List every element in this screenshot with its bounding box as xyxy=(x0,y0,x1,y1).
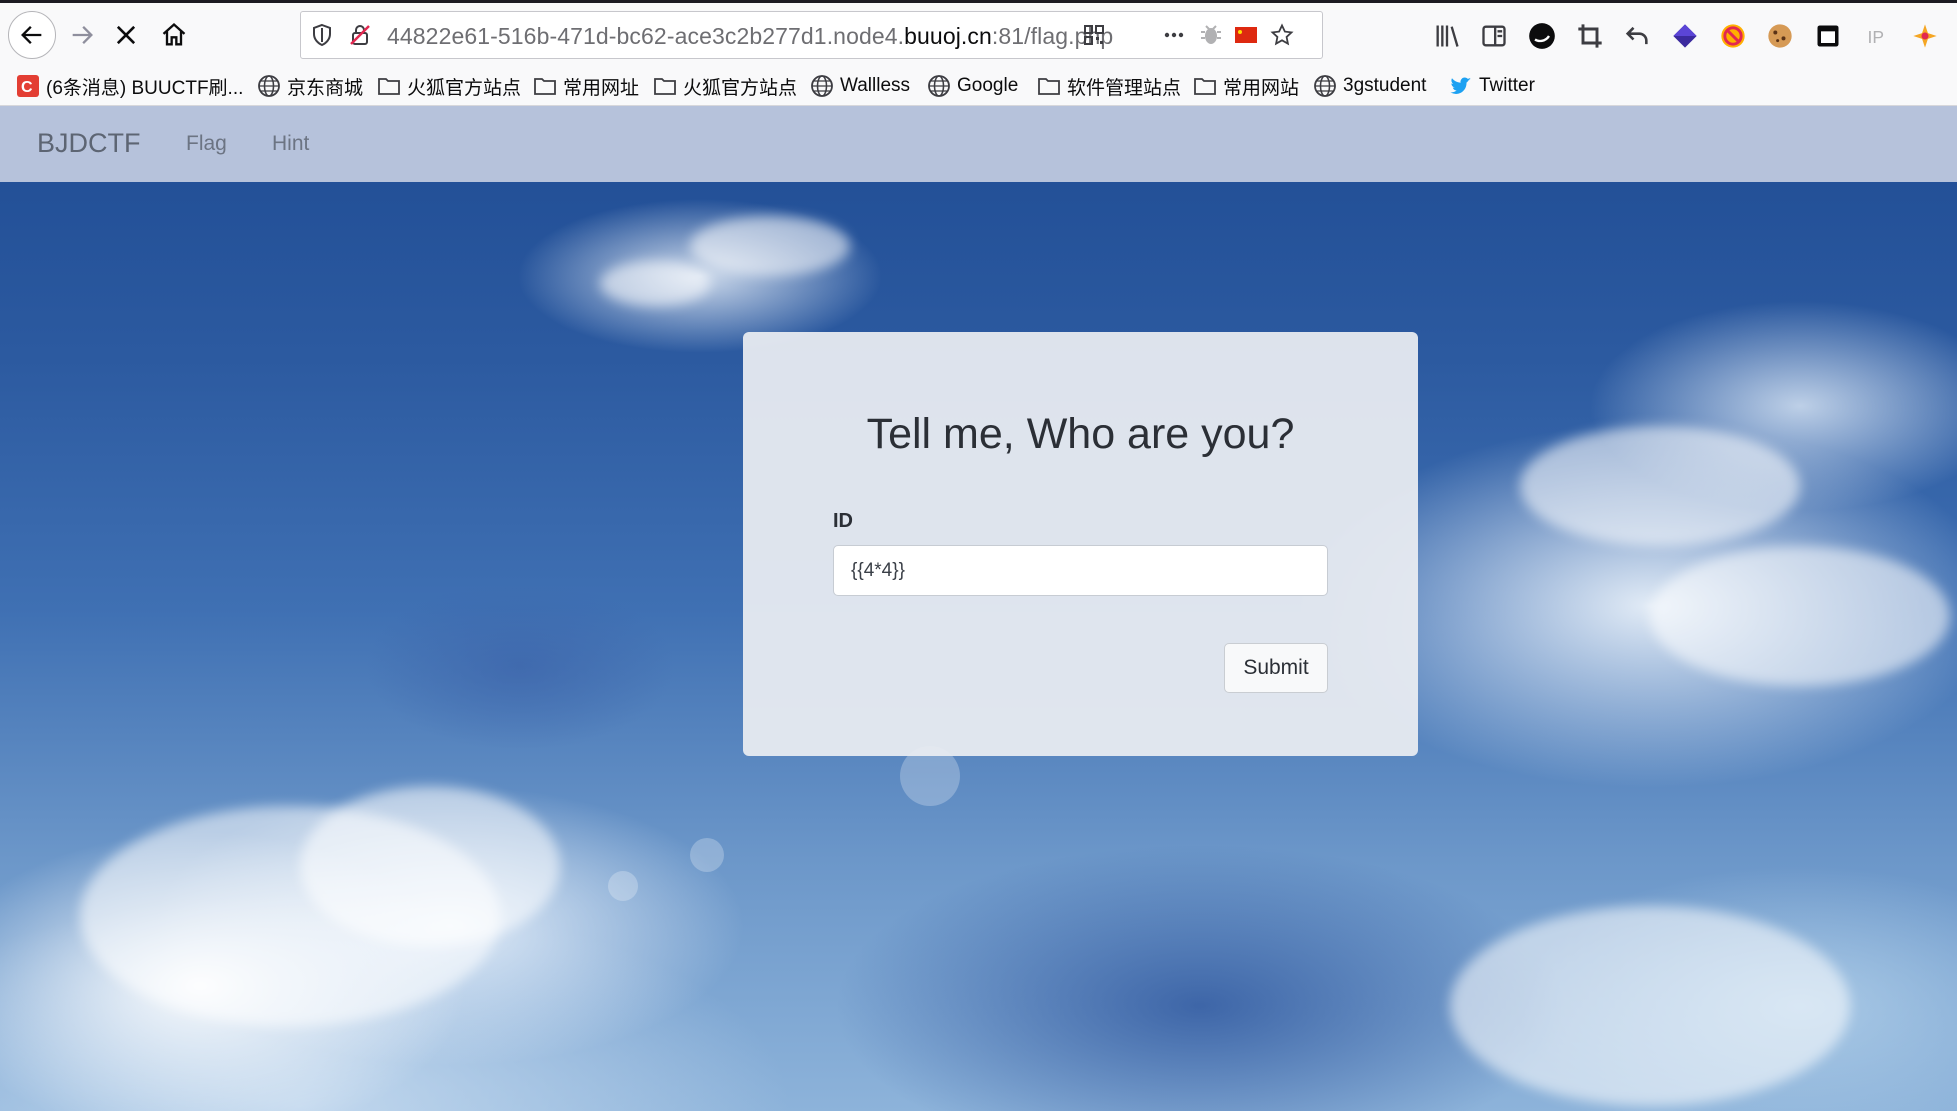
block-icon[interactable] xyxy=(1718,21,1748,51)
home-icon xyxy=(162,22,186,46)
csdn-icon: C xyxy=(16,74,40,98)
arrow-left-icon xyxy=(21,26,42,44)
china-flag-icon[interactable] xyxy=(1233,22,1259,48)
url-text: 44822e61-516b-471d-bc62-ace3c2b277d1.nod… xyxy=(387,23,1114,49)
cloud-decoration xyxy=(300,786,560,946)
folder-icon xyxy=(653,74,677,98)
bookmark-folder[interactable]: 软件管理站点 xyxy=(1037,72,1181,100)
id-input[interactable] xyxy=(833,545,1328,596)
cloud-decoration xyxy=(690,216,850,276)
folder-icon xyxy=(1037,74,1061,98)
navbar-brand[interactable]: BJDCTF xyxy=(37,128,141,159)
sidebar-icon[interactable] xyxy=(1479,21,1509,51)
bookmark-folder[interactable]: 火狐官方站点 xyxy=(653,72,797,100)
cookie-icon[interactable] xyxy=(1765,21,1795,51)
bug-icon[interactable] xyxy=(1198,22,1224,48)
library-icon[interactable] xyxy=(1432,21,1462,51)
bookmark-item[interactable]: Google xyxy=(927,72,1018,100)
bookmark-folder[interactable]: 常用网址 xyxy=(533,72,639,100)
qr-code-icon[interactable] xyxy=(1081,22,1107,48)
page-viewport: BJDCTF Flag Hint Tell me, Who are you? I… xyxy=(0,106,1957,1111)
cloud-decoration xyxy=(600,261,710,306)
back-button[interactable] xyxy=(8,11,56,59)
arrow-right-icon xyxy=(72,26,93,44)
shield-icon[interactable] xyxy=(309,22,335,48)
nav-link-hint[interactable]: Hint xyxy=(272,132,309,156)
globe-icon xyxy=(257,74,281,98)
bookmark-folder[interactable]: 常用网站 xyxy=(1193,72,1299,100)
cloud-decoration xyxy=(1520,426,1800,546)
bokeh-decoration xyxy=(608,871,638,901)
id-label: ID xyxy=(833,510,853,532)
nav-link-flag[interactable]: Flag xyxy=(186,132,227,156)
insecure-lock-icon[interactable] xyxy=(347,22,373,48)
extension-diamond-icon[interactable] xyxy=(1670,21,1700,51)
globe-icon xyxy=(1313,74,1337,98)
browser-toolbar: 44822e61-516b-471d-bc62-ace3c2b277d1.nod… xyxy=(0,0,1957,66)
bookmark-item[interactable]: Wallless xyxy=(810,72,910,100)
crop-icon[interactable] xyxy=(1575,21,1605,51)
folder-icon xyxy=(377,74,401,98)
undo-icon[interactable] xyxy=(1622,21,1652,51)
svg-text:C: C xyxy=(21,79,33,96)
url-bar[interactable]: 44822e61-516b-471d-bc62-ace3c2b277d1.nod… xyxy=(300,11,1323,59)
bookmark-item[interactable]: C (6条消息) BUUCTF刷... xyxy=(16,72,243,100)
home-button[interactable] xyxy=(152,13,196,57)
more-actions-icon[interactable] xyxy=(1161,22,1187,48)
svg-text:IP: IP xyxy=(1868,27,1885,47)
twitter-icon xyxy=(1449,74,1473,98)
close-icon xyxy=(116,25,136,45)
bookmark-item[interactable]: 3gstudent xyxy=(1313,72,1426,100)
cloud-decoration xyxy=(1450,906,1850,1106)
bookmarks-toolbar: C (6条消息) BUUCTF刷... 京东商城 火狐官方站点 常用网址 火狐官… xyxy=(0,66,1957,106)
cloud-decoration xyxy=(1650,546,1950,686)
bookmark-folder[interactable]: 火狐官方站点 xyxy=(377,72,521,100)
forward-button[interactable] xyxy=(60,13,104,57)
site-navbar: BJDCTF Flag Hint xyxy=(0,106,1957,182)
stop-button[interactable] xyxy=(104,13,148,57)
form-title: Tell me, Who are you? xyxy=(866,410,1295,458)
bookmark-item[interactable]: 京东商城 xyxy=(257,72,363,100)
submit-button[interactable]: Submit xyxy=(1224,643,1328,693)
bookmark-star-icon[interactable] xyxy=(1269,22,1295,48)
ip-icon[interactable]: IP xyxy=(1863,21,1893,51)
login-card: Tell me, Who are you? ID Submit xyxy=(743,332,1418,756)
folder-icon xyxy=(1193,74,1217,98)
extension-window-icon[interactable] xyxy=(1813,21,1843,51)
extension-sparkle-icon[interactable] xyxy=(1910,21,1940,51)
bokeh-decoration xyxy=(690,838,724,872)
extension-moon-icon[interactable] xyxy=(1527,21,1557,51)
bookmark-item[interactable]: Twitter xyxy=(1449,72,1535,100)
folder-icon xyxy=(533,74,557,98)
globe-icon xyxy=(810,74,834,98)
globe-icon xyxy=(927,74,951,98)
